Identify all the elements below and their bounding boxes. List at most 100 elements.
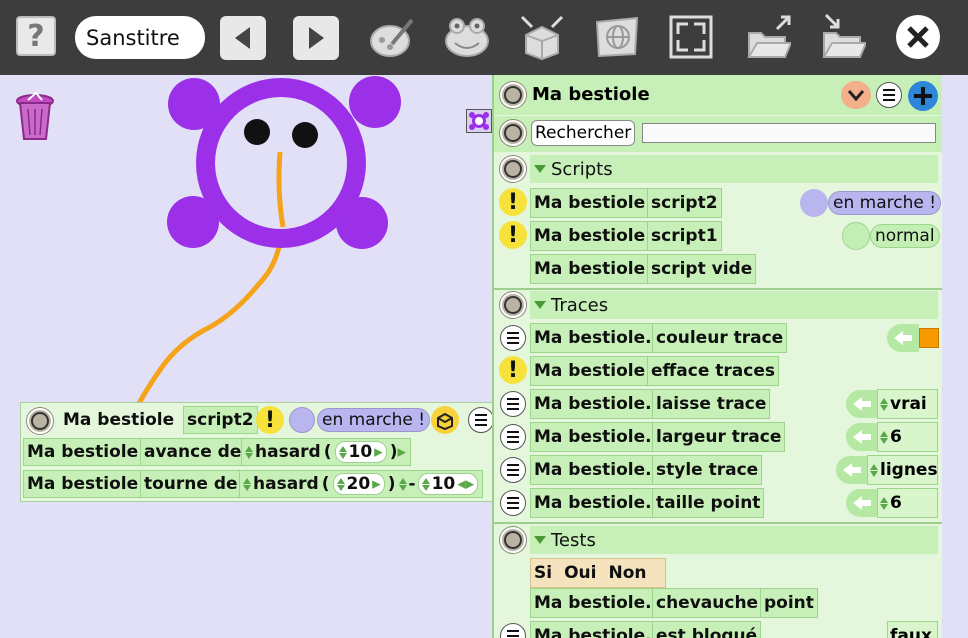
menu-icon[interactable] bbox=[500, 457, 526, 483]
panel-options-icon[interactable] bbox=[876, 82, 902, 108]
traces-row1-object[interactable]: Ma bestiole. bbox=[530, 323, 656, 353]
warning-icon[interactable]: ! bbox=[499, 221, 527, 249]
frog-icon[interactable] bbox=[443, 14, 489, 60]
clock-icon[interactable] bbox=[800, 189, 828, 217]
traces-row3-object[interactable]: Ma bestiole. bbox=[530, 389, 656, 419]
if-then-else-tile[interactable]: Si Oui Non bbox=[530, 558, 666, 588]
forward-arrow-icon[interactable] bbox=[293, 16, 339, 60]
add-icon[interactable] bbox=[908, 81, 938, 111]
set-arrow-icon[interactable] bbox=[836, 456, 868, 484]
color-swatch[interactable] bbox=[919, 328, 939, 348]
trash-icon[interactable] bbox=[14, 89, 58, 149]
project-title-field[interactable]: Sanstitre bbox=[75, 16, 205, 59]
tests-section-icon[interactable] bbox=[500, 527, 526, 553]
scripts-row3-object[interactable]: Ma bestiole bbox=[530, 254, 650, 284]
traces-section-header[interactable]: Traces bbox=[530, 291, 938, 319]
menu-icon[interactable] bbox=[500, 391, 526, 417]
close-icon[interactable] bbox=[895, 14, 941, 60]
project-title: Sanstitre bbox=[86, 25, 180, 50]
tests-row1-name[interactable]: chevauche bbox=[652, 588, 763, 618]
tests-row1-object[interactable]: Ma bestiole. bbox=[530, 588, 656, 618]
traces-row6-value[interactable]: 6 bbox=[877, 488, 938, 518]
set-arrow-icon[interactable] bbox=[846, 489, 878, 517]
traces-row2-name[interactable]: efface traces bbox=[647, 356, 780, 386]
menu-icon[interactable] bbox=[500, 424, 526, 450]
updown-icon[interactable] bbox=[245, 445, 253, 459]
scripts-row1-name[interactable]: script2 bbox=[647, 188, 722, 218]
sprite-thumbnail-icon[interactable] bbox=[466, 109, 492, 133]
scripts-row2-object[interactable]: Ma bestiole bbox=[530, 221, 650, 251]
traces-row5-object[interactable]: Ma bestiole. bbox=[530, 455, 656, 485]
scripts-row1-object[interactable]: Ma bestiole bbox=[530, 188, 650, 218]
panel-menu-icon[interactable] bbox=[500, 82, 526, 108]
script-status[interactable]: en marche ! bbox=[317, 408, 431, 432]
script-name-field[interactable]: script2 bbox=[183, 406, 258, 434]
search-row: Rechercher bbox=[494, 116, 942, 152]
traces-row2-object[interactable]: Ma bestiole bbox=[530, 356, 650, 386]
question-icon[interactable]: ? bbox=[16, 16, 56, 56]
set-arrow-icon[interactable] bbox=[846, 390, 878, 418]
save-folder-icon[interactable] bbox=[820, 13, 866, 60]
open-box-icon[interactable] bbox=[518, 14, 564, 61]
script-options-icon[interactable] bbox=[468, 407, 494, 433]
row2-arg2[interactable]: 10 ◂▸ bbox=[417, 473, 479, 495]
traces-row3-value[interactable]: vrai bbox=[877, 389, 938, 419]
tests-row2-object[interactable]: Ma bestiole. bbox=[530, 621, 656, 638]
search-menu-icon[interactable] bbox=[500, 120, 526, 146]
paint-icon[interactable] bbox=[368, 14, 414, 60]
traces-row4-object[interactable]: Ma bestiole. bbox=[530, 422, 656, 452]
warning-icon[interactable]: ! bbox=[256, 406, 284, 434]
row2-arg1[interactable]: 20 ▸ bbox=[332, 473, 385, 495]
traces-row6-object[interactable]: Ma bestiole. bbox=[530, 488, 656, 518]
tests-section-header[interactable]: Tests bbox=[530, 526, 938, 554]
traces-row6-name[interactable]: taille point bbox=[652, 488, 765, 518]
chevron-down-icon[interactable] bbox=[841, 81, 871, 109]
creature-sprite[interactable] bbox=[165, 57, 405, 257]
row2-object[interactable]: Ma bestiole bbox=[23, 470, 143, 498]
traces-row4-name[interactable]: largeur trace bbox=[652, 422, 786, 452]
tests-row1-arg[interactable]: point bbox=[760, 588, 818, 618]
toolbar: ? Sanstitre bbox=[0, 0, 968, 75]
scripts-section-icon[interactable] bbox=[500, 156, 526, 182]
fullscreen-icon[interactable] bbox=[668, 14, 714, 60]
search-button[interactable]: Rechercher bbox=[531, 120, 636, 146]
row1-object[interactable]: Ma bestiole bbox=[23, 438, 143, 466]
script-editor[interactable]: Ma bestiole script2 ! en marche ! Ma bes… bbox=[20, 402, 495, 502]
traces-row4-value[interactable]: 6 bbox=[877, 422, 938, 452]
warning-icon[interactable]: ! bbox=[499, 356, 527, 384]
stage-canvas[interactable] bbox=[0, 75, 492, 638]
globe-map-icon[interactable] bbox=[593, 14, 639, 60]
back-arrow-icon[interactable] bbox=[220, 16, 266, 60]
tests-row2-value[interactable]: faux bbox=[887, 621, 938, 638]
warning-icon[interactable]: ! bbox=[499, 188, 527, 216]
row2-command[interactable]: tourne de bbox=[140, 470, 242, 498]
scripts-row2-status[interactable]: normal bbox=[870, 224, 940, 248]
updown-icon[interactable] bbox=[243, 477, 251, 491]
traces-row5-value[interactable]: lignes bbox=[867, 455, 938, 485]
menu-icon[interactable] bbox=[500, 325, 526, 351]
set-arrow-icon[interactable] bbox=[887, 324, 919, 352]
row1-command[interactable]: avance de bbox=[140, 438, 246, 466]
tests-row2-name[interactable]: est bloqué bbox=[652, 621, 762, 638]
traces-row5-name[interactable]: style trace bbox=[652, 455, 763, 485]
menu-icon[interactable] bbox=[500, 490, 526, 516]
row2-random-function[interactable]: hasard ( 20 ▸ ) - 10 ◂▸ bbox=[239, 470, 484, 498]
scripts-row3-name[interactable]: script vide bbox=[647, 254, 757, 284]
traces-row1-name[interactable]: couleur trace bbox=[652, 323, 788, 353]
set-arrow-icon[interactable] bbox=[846, 423, 878, 451]
menu-icon[interactable] bbox=[500, 623, 526, 638]
clock-icon[interactable] bbox=[289, 407, 315, 433]
row1-random-function[interactable]: hasard ( 10 ▸ ) ▸ bbox=[241, 438, 412, 466]
traces-row3-name[interactable]: laisse trace bbox=[652, 389, 771, 419]
scripts-row1-status[interactable]: en marche ! bbox=[828, 191, 942, 215]
traces-section-icon[interactable] bbox=[500, 292, 526, 318]
scripts-section-header[interactable]: Scripts bbox=[530, 155, 938, 183]
scripts-row2-name[interactable]: script1 bbox=[647, 221, 722, 251]
clock-icon[interactable] bbox=[842, 222, 870, 250]
row2-operator[interactable]: - bbox=[409, 474, 416, 494]
open-folder-icon[interactable] bbox=[745, 14, 791, 60]
script-menu-icon[interactable] bbox=[27, 408, 53, 434]
row1-arg[interactable]: 10 ▸ bbox=[334, 441, 387, 463]
explode-script-icon[interactable] bbox=[431, 406, 459, 434]
search-input[interactable] bbox=[642, 123, 936, 143]
